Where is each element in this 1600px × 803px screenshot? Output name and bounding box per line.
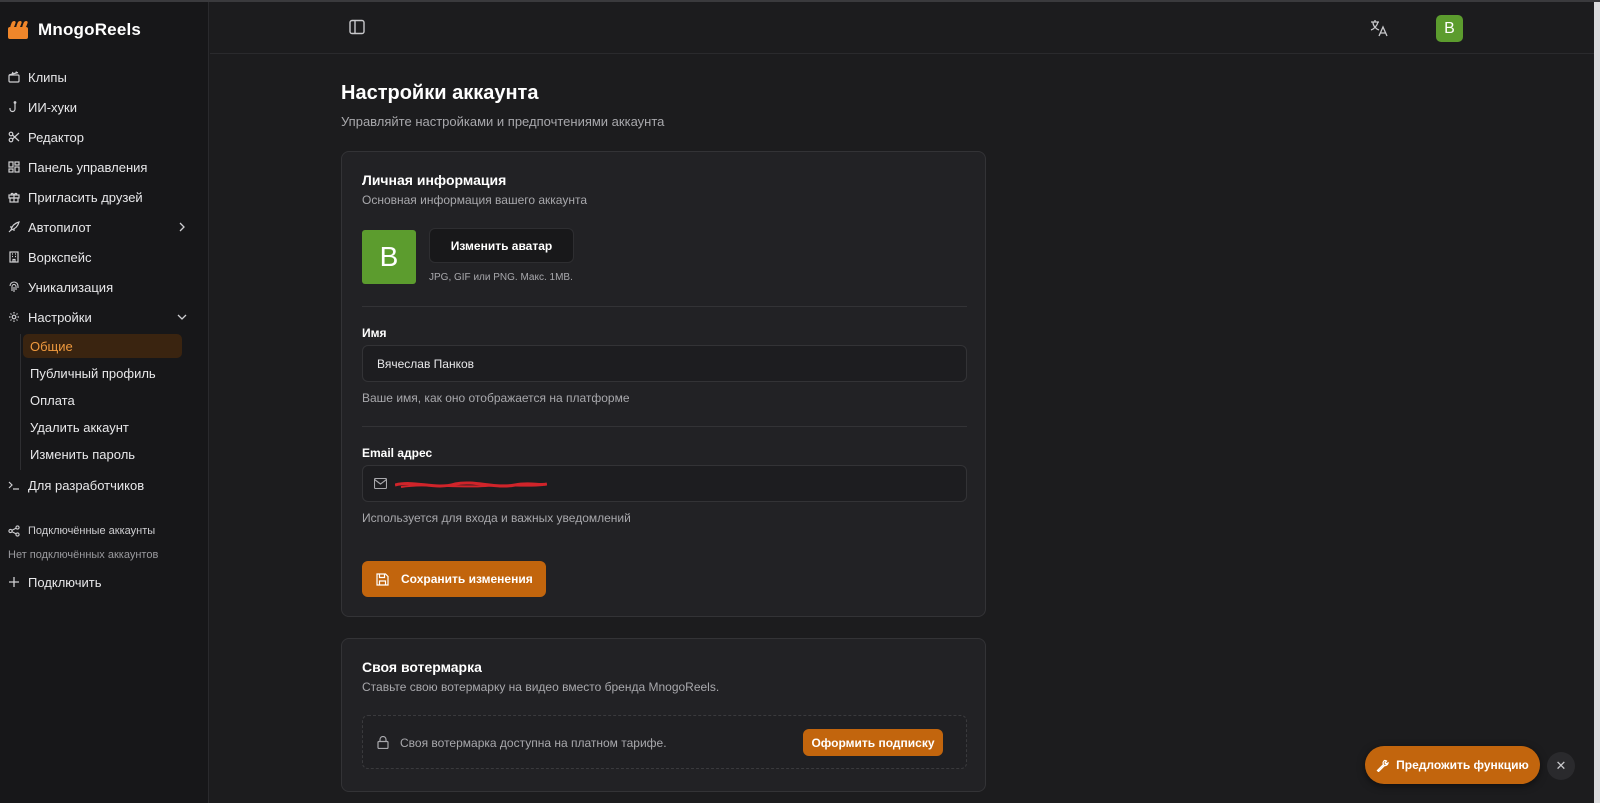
sidebar-item-workspace[interactable]: Воркспейс	[8, 244, 194, 270]
building-icon	[8, 251, 20, 263]
share-icon	[8, 525, 20, 537]
mail-icon	[373, 477, 388, 490]
connected-accounts-empty: Нет подключённых аккаунтов	[8, 549, 159, 561]
sidebar-item-label: ИИ-хуки	[28, 99, 77, 115]
sidebar-item-label: Клипы	[28, 69, 67, 85]
dashboard-icon	[8, 161, 20, 173]
connect-button[interactable]: Подключить	[8, 569, 194, 595]
divider	[362, 306, 967, 307]
rocket-icon	[8, 221, 20, 233]
divider	[362, 426, 967, 427]
chevron-down-icon	[176, 311, 188, 323]
sidebar-item-uniqueness[interactable]: Уникализация	[8, 274, 194, 300]
subnav-item-delete-account[interactable]: Удалить аккаунт	[23, 415, 182, 439]
sidebar-item-editor[interactable]: Редактор	[8, 124, 194, 150]
subnav-item-change-password[interactable]: Изменить пароль	[23, 442, 182, 466]
change-avatar-button[interactable]: Изменить аватар	[429, 228, 574, 263]
sidebar-item-invite[interactable]: Пригласить друзей	[8, 184, 194, 210]
watermark-card: Своя вотермарка Ставьте свою вотермарку …	[341, 638, 986, 792]
sidebar: MnogoReels Клипы ИИ-хуки Редактор Панель…	[0, 2, 209, 803]
brand-name: MnogoReels	[38, 20, 142, 39]
wrench-icon	[1376, 759, 1390, 772]
hook-icon	[8, 101, 20, 113]
save-label: Сохранить изменения	[401, 572, 533, 586]
save-icon	[376, 572, 389, 586]
watermark-locked-box: Своя вотермарка доступна на платном тари…	[362, 715, 967, 769]
sidebar-item-label: Уникализация	[28, 279, 114, 295]
avatar-hint: JPG, GIF или PNG. Макс. 1MB.	[429, 272, 573, 283]
sidebar-item-label: Воркспейс	[28, 249, 92, 265]
clapperboard-icon	[8, 71, 20, 83]
suggest-feature-label: Предложить функцию	[1396, 758, 1529, 772]
scissors-icon	[8, 131, 20, 143]
name-input[interactable]: Вячеслав Панков	[362, 345, 967, 382]
plus-icon	[8, 576, 20, 588]
card-title: Личная информация	[362, 172, 507, 188]
connect-label: Подключить	[28, 574, 102, 590]
sidebar-item-label: Для разработчиков	[28, 477, 145, 493]
sidebar-item-label: Автопилот	[28, 219, 92, 235]
sidebar-item-label: Панель управления	[28, 159, 148, 175]
user-avatar[interactable]: B	[1436, 15, 1463, 42]
subnav-item-public-profile[interactable]: Публичный профиль	[23, 361, 182, 385]
sidebar-toggle-icon[interactable]	[348, 18, 366, 36]
page-title: Настройки аккаунта	[341, 82, 539, 104]
close-icon[interactable]: ✕	[1547, 752, 1575, 780]
redaction-scribble	[395, 481, 547, 488]
subscribe-button[interactable]: Оформить подписку	[803, 729, 943, 756]
lock-icon	[377, 735, 389, 750]
subnav-item-general[interactable]: Общие	[23, 334, 182, 358]
sidebar-item-clips[interactable]: Клипы	[8, 64, 194, 90]
connected-accounts-title: Подключённые аккаунты	[8, 525, 155, 537]
suggest-feature-button[interactable]: Предложить функцию	[1365, 746, 1540, 784]
page-subtitle: Управляйте настройками и предпочтениями …	[341, 114, 665, 129]
language-icon[interactable]	[1369, 18, 1389, 38]
scrollbar[interactable]	[1594, 2, 1600, 803]
card-title: Своя вотермарка	[362, 659, 482, 675]
sidebar-item-developers[interactable]: Для разработчиков	[8, 472, 194, 498]
sidebar-item-settings[interactable]: Настройки	[8, 304, 194, 330]
sidebar-item-label: Редактор	[28, 129, 84, 145]
name-label: Имя	[362, 326, 387, 340]
sidebar-item-label: Настройки	[28, 309, 92, 325]
fingerprint-icon	[8, 281, 20, 293]
brand[interactable]: MnogoReels	[8, 20, 141, 40]
subnav-item-billing[interactable]: Оплата	[23, 388, 182, 412]
save-changes-button[interactable]: Сохранить изменения	[362, 561, 546, 597]
email-hint: Используется для входа и важных уведомле…	[362, 511, 631, 525]
card-description: Ставьте свою вотермарку на видео вместо …	[362, 680, 720, 694]
sidebar-item-label: Пригласить друзей	[28, 189, 143, 205]
terminal-icon	[8, 479, 20, 491]
brand-logo-icon	[8, 21, 30, 39]
profile-avatar: B	[362, 230, 416, 284]
gift-icon	[8, 191, 20, 203]
name-hint: Ваше имя, как оно отображается на платфо…	[362, 391, 630, 405]
email-input[interactable]	[362, 465, 967, 502]
email-label: Email адрес	[362, 446, 433, 460]
card-description: Основная информация вашего аккаунта	[362, 193, 587, 207]
sidebar-item-dashboard[interactable]: Панель управления	[8, 154, 194, 180]
sidebar-item-autopilot[interactable]: Автопилот	[8, 214, 194, 240]
chevron-right-icon	[176, 221, 188, 233]
personal-info-card: Личная информация Основная информация ва…	[341, 151, 986, 617]
sidebar-item-ai-hooks[interactable]: ИИ-хуки	[8, 94, 194, 120]
settings-subnav: Общие Публичный профиль Оплата Удалить а…	[20, 334, 194, 470]
locked-text: Своя вотермарка доступна на платном тари…	[400, 736, 667, 750]
top-header: B	[210, 2, 1600, 54]
gear-icon	[8, 311, 20, 323]
